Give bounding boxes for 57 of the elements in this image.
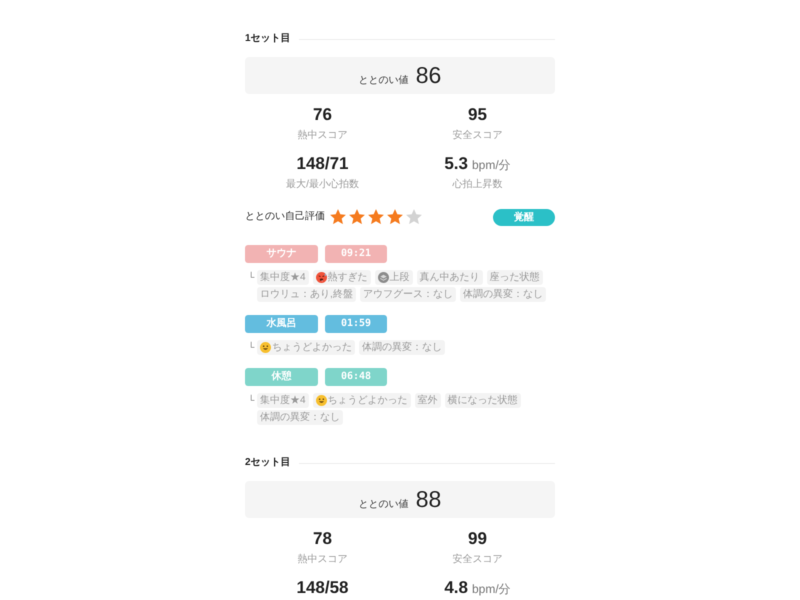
- detail-text: ちょうどよかった: [272, 341, 352, 355]
- detail-tag: 横になった状態: [444, 393, 521, 408]
- totonoi-label: ととのい値: [358, 498, 409, 512]
- detail-tag: 体調の異変：なし: [460, 287, 546, 302]
- unit-label: bpm/分: [472, 157, 511, 174]
- detail-tag: 体調の異変：なし: [257, 410, 343, 425]
- star-icon: [329, 208, 347, 226]
- star-icon: [348, 208, 366, 226]
- detail-tag: 集中度★4: [257, 393, 309, 408]
- detail-tag: ロウリュ：あり,終盤: [257, 287, 356, 302]
- phase-pill: 休憩: [245, 368, 318, 386]
- branch-marker: └: [247, 394, 256, 407]
- score-label: 熱中スコア: [298, 553, 348, 567]
- score-value: 4.8: [444, 578, 468, 598]
- star-icon: [367, 208, 385, 226]
- rating-label: ととのい自己評価: [245, 210, 325, 224]
- phase-pill: サウナ: [245, 245, 318, 263]
- detail-tag: 体調の異変：なし: [359, 340, 445, 355]
- layers-icon: [378, 272, 389, 283]
- duration-pill: 09:21: [325, 245, 387, 263]
- score-label: 安全スコア: [452, 129, 502, 143]
- branch-marker: └: [247, 340, 256, 354]
- detail-tag: 座った状態: [486, 270, 543, 285]
- score-value: 148/71: [296, 154, 348, 174]
- score-label: 最大/最小心拍数: [286, 178, 359, 192]
- score-label: 心拍上昇数: [452, 178, 502, 192]
- score-value: 78: [313, 529, 332, 549]
- duration-pill: 06:48: [325, 368, 387, 386]
- detail-text: ちょうどよかった: [328, 394, 408, 408]
- star-icon: [386, 208, 404, 226]
- totonoi-label: ととのい値: [358, 74, 409, 88]
- sweating-face-icon: [316, 272, 327, 283]
- mood-badge: 覚醒: [493, 208, 555, 226]
- score-value: 5.3: [444, 154, 468, 174]
- duration-pill: 01:59: [325, 315, 387, 333]
- phase-pill: 水風呂: [245, 315, 318, 333]
- unit-label: bpm/分: [472, 581, 511, 598]
- detail-tag: 集中度★4: [257, 270, 309, 285]
- score-value: 148/58: [296, 578, 348, 598]
- score-label: 熱中スコア: [298, 129, 348, 143]
- totonoi-value: 86: [416, 62, 442, 89]
- score-label: 安全スコア: [452, 553, 502, 567]
- detail-text: 熱すぎた: [328, 270, 368, 285]
- totonoi-value: 88: [416, 486, 442, 513]
- detail-tag: 真ん中あたり: [416, 270, 483, 285]
- branch-marker: └: [247, 270, 256, 284]
- smiling-face-icon: [316, 395, 327, 406]
- set-heading: 1セット目: [245, 32, 291, 46]
- score-value: 95: [468, 105, 487, 125]
- detail-text: 上段: [390, 270, 410, 285]
- detail-tag: アウフグース：なし: [360, 287, 456, 302]
- score-value: 99: [468, 529, 487, 549]
- set-heading: 2セット目: [245, 456, 291, 470]
- detail-tag: 室外: [414, 393, 441, 408]
- smiling-face-icon: [260, 342, 271, 353]
- star-icon: [405, 208, 423, 226]
- score-value: 76: [313, 105, 332, 125]
